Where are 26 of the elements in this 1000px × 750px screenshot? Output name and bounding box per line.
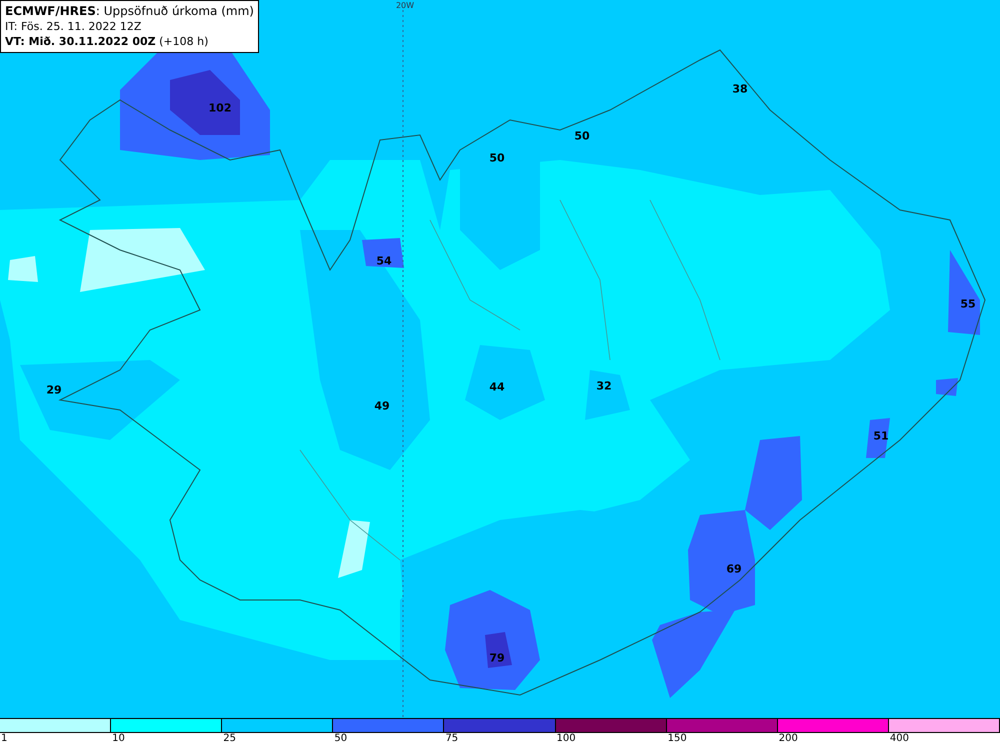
- legend-label: 400: [888, 733, 909, 744]
- precipitation-value: 49: [374, 400, 390, 412]
- legend-label: 150: [666, 733, 687, 744]
- legend-label: 10: [111, 733, 125, 744]
- init-time: IT: Fös. 25. 11. 2022 12Z: [5, 19, 142, 34]
- legend-label: 1: [0, 733, 8, 744]
- legend-label: 25: [222, 733, 236, 744]
- precipitation-value: 32: [596, 380, 612, 392]
- precipitation-value: 50: [574, 130, 590, 142]
- precipitation-value: 55: [960, 298, 976, 310]
- legend-label: 100: [556, 733, 576, 744]
- precipitation-value: 69: [726, 562, 742, 576]
- legend-label: 200: [778, 733, 798, 744]
- precipitation-value: 50: [489, 152, 505, 164]
- legend-label: 50: [333, 733, 348, 744]
- precipitation-value: 54: [376, 254, 392, 268]
- precipitation-value: 29: [46, 384, 62, 396]
- precipitation-value: 79: [489, 652, 505, 664]
- precipitation-value: 51: [873, 430, 889, 442]
- precipitation-value: 102: [208, 102, 232, 114]
- legend-label: 75: [444, 733, 458, 744]
- header-title: ECMWF/HRES: Uppsöfnuð úrkoma (mm): [5, 4, 254, 19]
- precipitation-value: 38: [732, 82, 748, 96]
- precipitation-value: 44: [489, 380, 505, 394]
- valid-time: VT: Mið. 30.11.2022 00Z (+108 h): [5, 34, 210, 49]
- meridian-label: 20W: [396, 1, 414, 10]
